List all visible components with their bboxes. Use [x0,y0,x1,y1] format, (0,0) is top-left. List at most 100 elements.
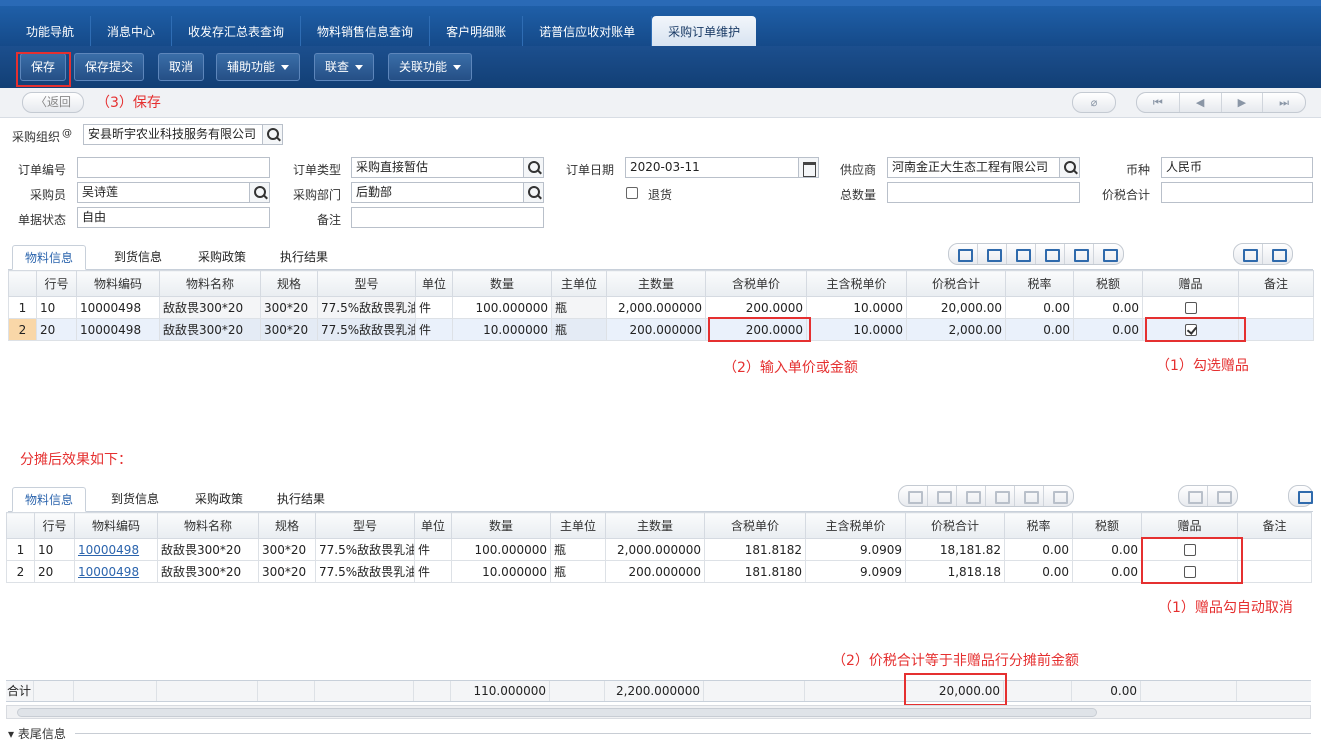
cell-main-qty[interactable]: 200.000000 [606,318,706,341]
scrollbar-thumb[interactable] [17,708,1097,717]
col-main-unit[interactable]: 主单位 [551,270,607,297]
paste-row-icon[interactable] [1015,486,1044,506]
footer-section[interactable]: ▾ 表尾信息 [8,725,66,742]
tab-material-sales[interactable]: 物料销售信息查询 [301,16,431,48]
paperclip-icon[interactable]: ⌀ [1073,93,1115,112]
back-button[interactable]: 〈返回 [22,92,84,113]
tab-receivable-statement[interactable]: 诺普信应收对账单 [523,16,653,48]
cell-tax-rate[interactable]: 0.00 [1005,296,1074,319]
col-main-price[interactable]: 主含税单价 [805,512,906,539]
sort-icon[interactable] [1263,244,1292,264]
cell-qty[interactable]: 10.000000 [452,318,552,341]
tab-inventory-summary[interactable]: 收发存汇总表查询 [172,16,302,48]
tab-purchase-policy[interactable]: 采购政策 [183,487,255,512]
cancel-button[interactable]: 取消 [158,53,205,81]
paste-row-icon[interactable] [1065,244,1094,264]
cell-remark[interactable] [1238,318,1314,341]
cell-line[interactable]: 10 [36,296,77,319]
next-record-icon[interactable]: ▶ [1222,93,1264,112]
add-row-icon[interactable] [899,486,928,506]
org-field[interactable]: 安县昕宇农业科技服务有限公司 [83,124,263,145]
col-tax-rate[interactable]: 税率 [1005,270,1074,297]
col-unit[interactable]: 单位 [414,512,452,539]
paste-end-icon[interactable] [1094,244,1123,264]
cell-line[interactable]: 20 [36,318,77,341]
search-icon[interactable] [1060,157,1080,178]
buyer-field[interactable]: 吴诗莲 [77,182,250,203]
material-code-link[interactable]: 10000498 [78,565,139,579]
table-row[interactable]: 2 20 10000498 敌敌畏300*20 300*20 77.5%敌敌畏乳… [8,318,1314,341]
material-code-link[interactable]: 10000498 [78,543,139,557]
cell-total[interactable]: 2,000.00 [906,318,1006,341]
cell-qty[interactable]: 100.000000 [452,296,552,319]
col-price[interactable]: 含税单价 [705,270,807,297]
copy-row-icon[interactable] [986,486,1015,506]
cell-code[interactable]: 10000498 [76,296,160,319]
col-line[interactable]: 行号 [34,512,75,539]
col-code[interactable]: 物料编码 [74,512,158,539]
col-main-price[interactable]: 主含税单价 [806,270,907,297]
return-checkbox[interactable] [626,187,638,199]
last-record-icon[interactable]: ⏭ [1263,93,1305,112]
col-remark[interactable]: 备注 [1238,270,1314,297]
col-price[interactable]: 含税单价 [704,512,806,539]
add-row-icon[interactable] [949,244,978,264]
grid-view-icon[interactable] [1179,486,1208,506]
col-unit[interactable]: 单位 [415,270,453,297]
calendar-icon[interactable] [799,157,819,178]
col-remark[interactable]: 备注 [1237,512,1312,539]
col-name[interactable]: 物料名称 [157,512,259,539]
tab-material-info[interactable]: 物料信息 [12,245,87,270]
col-spec[interactable]: 规格 [260,270,318,297]
paste-end-icon[interactable] [1044,486,1073,506]
col-main-qty[interactable]: 主数量 [605,512,705,539]
copy-row-icon[interactable] [1036,244,1065,264]
tab-purchase-policy[interactable]: 采购政策 [186,245,258,270]
horizontal-scrollbar[interactable] [6,705,1311,719]
col-name[interactable]: 物料名称 [159,270,261,297]
search-icon[interactable] [250,182,270,203]
aux-function-button[interactable]: 辅助功能 [216,53,301,81]
tab-material-info[interactable]: 物料信息 [12,487,87,512]
col-model[interactable]: 型号 [315,512,415,539]
search-icon[interactable] [524,157,544,178]
col-gift[interactable]: 赠品 [1142,270,1239,297]
delete-row-icon[interactable] [957,486,986,506]
tab-customer-detail[interactable]: 客户明细账 [430,16,524,48]
col-main-unit[interactable]: 主单位 [550,512,606,539]
insert-row-icon[interactable] [928,486,957,506]
col-qty[interactable]: 数量 [452,270,552,297]
delete-row-icon[interactable] [1007,244,1036,264]
tab-execution-result[interactable]: 执行结果 [268,245,340,270]
query-button[interactable]: 联查 [314,53,375,81]
cell-tax-rate[interactable]: 0.00 [1005,318,1074,341]
table-row[interactable]: 1 10 10000498 敌敌畏300*20 300*20 77.5%敌敌畏乳… [6,538,1312,561]
save-submit-button[interactable]: 保存提交 [74,53,145,81]
table-row[interactable]: 2 20 10000498 敌敌畏300*20 300*20 77.5%敌敌畏乳… [6,560,1312,583]
search-icon[interactable] [524,182,544,203]
col-qty[interactable]: 数量 [451,512,551,539]
cell-tax[interactable]: 0.00 [1073,296,1143,319]
search-icon[interactable] [263,124,283,145]
tab-execution-result[interactable]: 执行结果 [265,487,337,512]
maximize-icon[interactable] [1289,486,1313,506]
currency-field[interactable]: 人民币 [1161,157,1313,178]
col-spec[interactable]: 规格 [258,512,316,539]
sort-icon[interactable] [1208,486,1237,506]
table-row[interactable]: 1 10 10000498 敌敌畏300*20 300*20 77.5%敌敌畏乳… [8,296,1314,319]
cell-tax[interactable]: 0.00 [1073,318,1143,341]
prev-record-icon[interactable]: ◀ [1180,93,1222,112]
cell-unit[interactable]: 件 [415,296,453,319]
col-main-qty[interactable]: 主数量 [606,270,706,297]
gift-checkbox[interactable] [1184,302,1197,314]
cell-remark[interactable] [1238,296,1314,319]
col-tax[interactable]: 税额 [1072,512,1142,539]
dept-field[interactable]: 后勤部 [351,182,524,203]
col-total[interactable]: 价税合计 [905,512,1005,539]
first-record-icon[interactable]: ⏮ [1137,93,1180,112]
order-no-field[interactable] [77,157,270,178]
col-gift[interactable]: 赠品 [1141,512,1238,539]
tab-arrival-info[interactable]: 到货信息 [102,245,174,270]
cell-main-qty[interactable]: 2,000.000000 [606,296,706,319]
tab-function-nav[interactable]: 功能导航 [10,16,92,48]
